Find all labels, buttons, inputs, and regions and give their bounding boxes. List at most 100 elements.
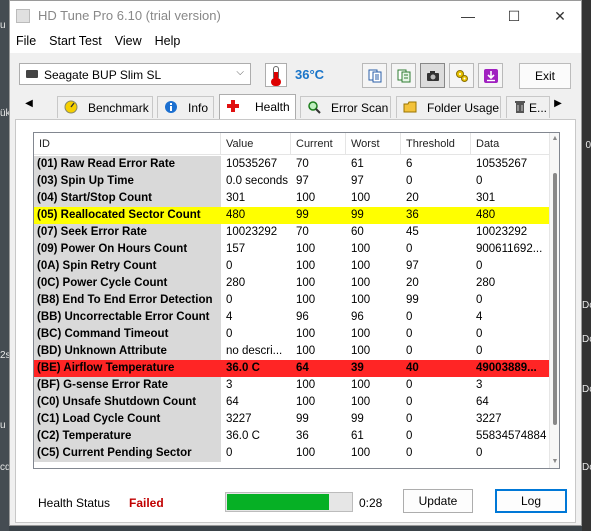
table-row[interactable]: (C1) Load Cycle Count 3227 99 99 0 3227 bbox=[34, 411, 551, 428]
table-row[interactable]: (BD) Unknown Attribute no descri... 100 100… bbox=[34, 343, 551, 360]
tab-folder-usage[interactable]: Folder Usage bbox=[396, 96, 501, 118]
background-fragment: 0 bbox=[585, 140, 591, 151]
table-row[interactable]: (BC) Command Timeout 0 100 100 0 0 bbox=[34, 326, 551, 343]
menu-start-test[interactable]: Start Test bbox=[43, 31, 109, 48]
cell-worst: 100 bbox=[351, 396, 371, 408]
trash-icon bbox=[515, 101, 525, 113]
cell-current: 100 bbox=[296, 345, 316, 357]
cell-worst: 97 bbox=[351, 175, 364, 187]
cell-data: 0 bbox=[476, 294, 483, 306]
table-row[interactable]: (05) Reallocated Sector Count 480 99 99 36 48… bbox=[34, 207, 551, 224]
cell-current: 100 bbox=[296, 396, 316, 408]
cell-data: 301 bbox=[476, 192, 496, 204]
cell-worst: 100 bbox=[351, 192, 371, 204]
smart-attributes-list[interactable]: ID Value Current Worst Threshold Data (0… bbox=[33, 132, 560, 469]
update-button[interactable]: Update bbox=[403, 489, 473, 513]
cell-value: 0 bbox=[226, 294, 233, 306]
drive-select[interactable]: Seagate BUP Slim SL ⌵ bbox=[19, 63, 251, 85]
table-row[interactable]: (0C) Power Cycle Count 280 100 100 20 280 bbox=[34, 275, 551, 292]
cell-threshold: 97 bbox=[406, 260, 419, 272]
table-row[interactable]: (C2) Temperature 36.0 C 36 61 0 55834574884 bbox=[34, 428, 551, 445]
background-fragment: Dc bbox=[582, 300, 591, 311]
tab-scroll-left-icon[interactable]: ◀ bbox=[22, 98, 36, 109]
health-status-label: Health Status bbox=[38, 496, 111, 510]
folder-icon bbox=[403, 101, 417, 113]
close-button[interactable]: ✕ bbox=[537, 1, 583, 31]
list-rows: (01) Raw Read Error Rate 10535267 70 61 6 105… bbox=[34, 156, 551, 462]
hd-tune-window: HD Tune Pro 6.10 (trial version) — ☐ ✕ F… bbox=[9, 0, 582, 526]
table-row[interactable]: (BE) Airflow Temperature 36.0 C 64 39 40 4900… bbox=[34, 360, 551, 377]
cell-data: 10023292 bbox=[476, 226, 528, 238]
table-row[interactable]: (04) Start/Stop Count 301 100 100 20 301 bbox=[34, 190, 551, 207]
minimize-button[interactable]: — bbox=[445, 1, 491, 31]
cell-threshold: 20 bbox=[406, 277, 419, 289]
cell-threshold: 99 bbox=[406, 294, 419, 306]
tab-label: Health bbox=[255, 100, 290, 114]
table-row[interactable]: (BB) Uncorrectable Error Count 4 96 96 0 4 bbox=[34, 309, 551, 326]
cell-current: 100 bbox=[296, 192, 316, 204]
gauge-icon bbox=[64, 100, 78, 114]
cell-current: 100 bbox=[296, 277, 316, 289]
save-button[interactable] bbox=[478, 63, 503, 88]
tab-scroll-right-icon[interactable]: ▶ bbox=[551, 98, 565, 109]
table-row[interactable]: (01) Raw Read Error Rate 10535267 70 61 6 105… bbox=[34, 156, 551, 173]
copy-text-button[interactable] bbox=[362, 63, 387, 88]
toolbar: Seagate BUP Slim SL ⌵ 36°C Exit bbox=[10, 53, 581, 95]
table-row[interactable]: (C0) Unsafe Shutdown Count 64 100 100 0 64 bbox=[34, 394, 551, 411]
cell-current: 100 bbox=[296, 328, 316, 340]
cell-id: (09) Power On Hours Count bbox=[34, 241, 221, 258]
column-header-threshold[interactable]: Threshold bbox=[401, 133, 471, 155]
menu-file[interactable]: File bbox=[10, 31, 43, 48]
column-header-value[interactable]: Value bbox=[221, 133, 291, 155]
column-header-data[interactable]: Data bbox=[471, 133, 551, 155]
table-row[interactable]: (0A) Spin Retry Count 0 100 100 97 0 bbox=[34, 258, 551, 275]
menu-view[interactable]: View bbox=[109, 31, 149, 48]
column-header-worst[interactable]: Worst bbox=[346, 133, 401, 155]
scroll-up-icon[interactable]: ▲ bbox=[550, 133, 559, 145]
table-row[interactable]: (09) Power On Hours Count 157 100 100 0 90061… bbox=[34, 241, 551, 258]
background-fragment: Dc bbox=[582, 462, 591, 473]
tab-error-scan[interactable]: Error Scan bbox=[300, 96, 391, 118]
cell-worst: 99 bbox=[351, 413, 364, 425]
health-status-value: Failed bbox=[129, 496, 164, 510]
title-bar[interactable]: HD Tune Pro 6.10 (trial version) — ☐ ✕ bbox=[10, 1, 581, 31]
table-row[interactable]: (B8) End To End Error Detection 0 100 100 99… bbox=[34, 292, 551, 309]
table-row[interactable]: (07) Seek Error Rate 10023292 70 60 45 100232… bbox=[34, 224, 551, 241]
tab-label: Benchmark bbox=[88, 101, 149, 115]
cell-worst: 100 bbox=[351, 379, 371, 391]
table-row[interactable]: (C5) Current Pending Sector 0 100 100 0 0 bbox=[34, 445, 551, 462]
maximize-button[interactable]: ☐ bbox=[491, 1, 537, 31]
screenshot-button[interactable] bbox=[420, 63, 445, 88]
menu-help[interactable]: Help bbox=[149, 31, 188, 48]
cell-worst: 39 bbox=[346, 360, 401, 377]
cell-value: 0 bbox=[226, 260, 233, 272]
tab-info[interactable]: Info bbox=[157, 96, 214, 118]
cell-threshold: 6 bbox=[406, 158, 413, 170]
cell-data: 0 bbox=[476, 260, 483, 272]
tab-erase[interactable]: E... bbox=[506, 96, 550, 118]
table-row[interactable]: (03) Spin Up Time 0.0 seconds 97 97 0 0 bbox=[34, 173, 551, 190]
log-button[interactable]: Log bbox=[495, 489, 567, 513]
cell-id: (BE) Airflow Temperature bbox=[34, 360, 221, 377]
copy-info-button[interactable] bbox=[391, 63, 416, 88]
scrollbar-thumb[interactable] bbox=[553, 173, 557, 425]
drive-name: Seagate BUP Slim SL bbox=[44, 68, 162, 82]
column-header-id[interactable]: ID bbox=[34, 133, 221, 155]
cell-worst: 96 bbox=[351, 311, 364, 323]
cell-id: (BB) Uncorrectable Error Count bbox=[34, 309, 221, 326]
cell-value: 4 bbox=[226, 311, 233, 323]
red-cross-icon bbox=[227, 100, 239, 112]
vertical-scrollbar[interactable]: ▲ ▼ bbox=[549, 133, 559, 468]
chevron-down-icon: ⌵ bbox=[236, 67, 244, 78]
tab-health[interactable]: Health bbox=[219, 94, 296, 119]
exit-button[interactable]: Exit bbox=[519, 63, 571, 89]
cell-worst: 61 bbox=[351, 158, 364, 170]
options-button[interactable] bbox=[449, 63, 474, 88]
scroll-down-icon[interactable]: ▼ bbox=[550, 456, 559, 468]
tab-benchmark[interactable]: Benchmark bbox=[57, 96, 153, 118]
cell-data: 0 bbox=[476, 175, 483, 187]
cell-threshold: 0 bbox=[406, 413, 413, 425]
cell-value: 0.0 seconds bbox=[226, 175, 289, 187]
table-row[interactable]: (BF) G-sense Error Rate 3 100 100 0 3 bbox=[34, 377, 551, 394]
column-header-current[interactable]: Current bbox=[291, 133, 346, 155]
